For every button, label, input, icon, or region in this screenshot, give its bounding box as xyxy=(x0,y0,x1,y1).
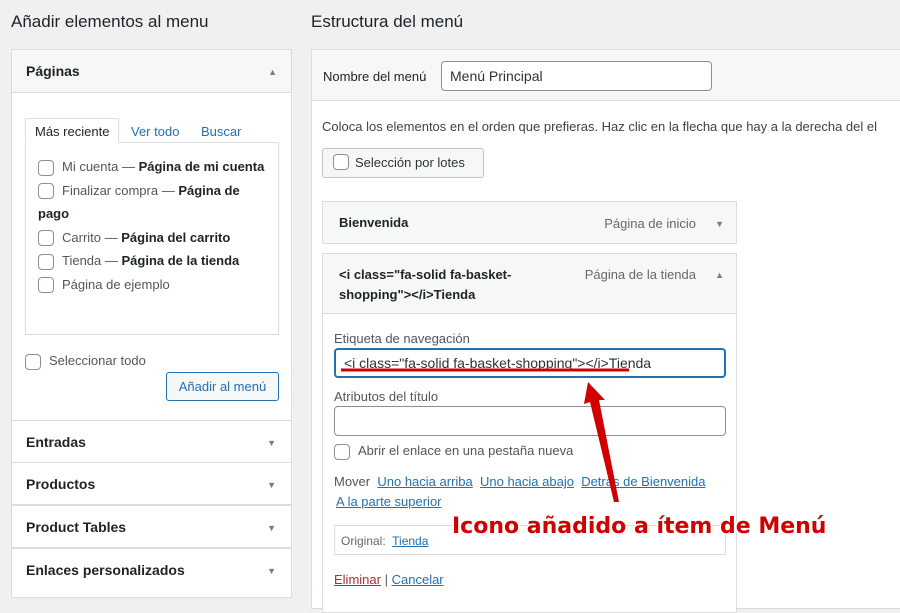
annotation-overlay: Icono añadido a ítem de Menú xyxy=(341,368,828,541)
tab-recent[interactable]: Más reciente xyxy=(25,118,120,143)
annotation-arrow-icon xyxy=(584,382,619,502)
annotation-text: Icono añadido a ítem de Menú xyxy=(452,514,826,539)
